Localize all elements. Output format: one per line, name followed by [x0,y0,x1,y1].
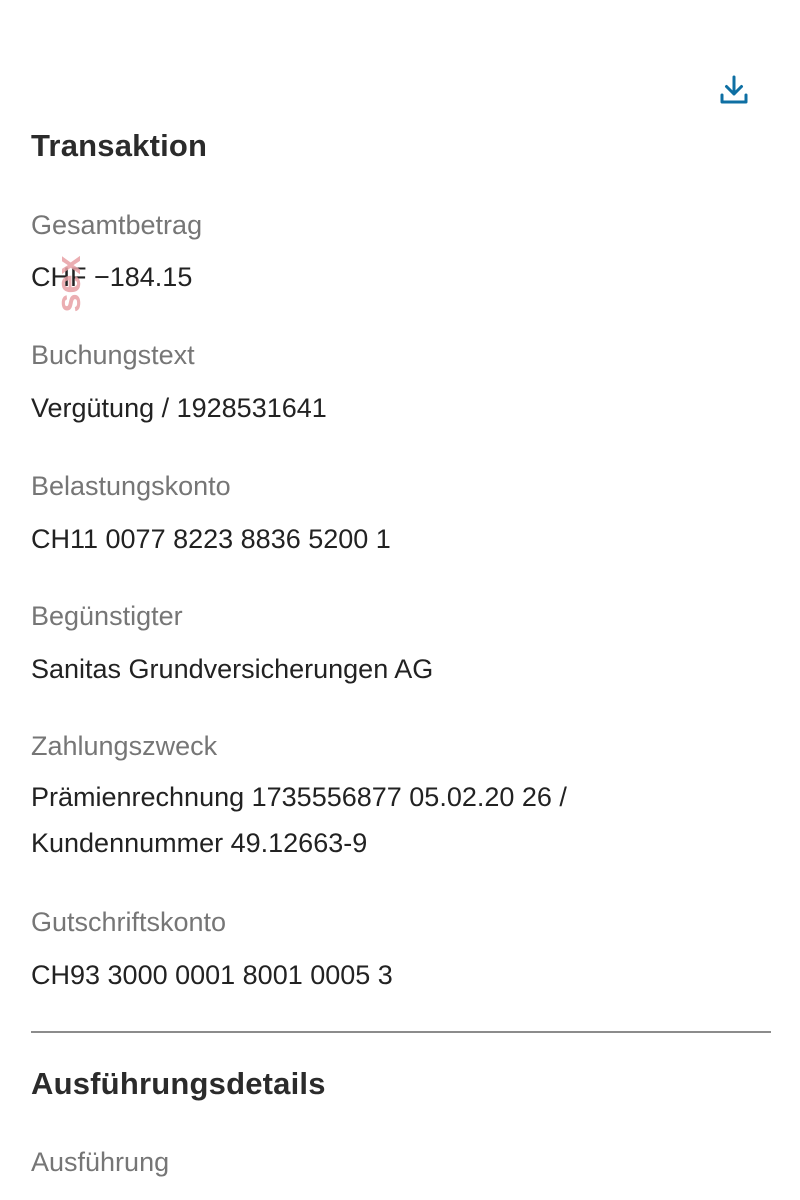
transaction-section-title: Transaktion [31,128,208,163]
download-button[interactable] [712,68,756,112]
total-amount-label: Gesamtbetrag [31,210,203,240]
execution-section-title: Ausführungsdetails [31,1066,326,1101]
payment-purpose-value: Prämienrechnung 1735556877 05.02.20 26 /… [31,782,567,858]
watermark-stamp: sex [50,256,88,313]
credit-account-value: CH93 3000 0001 8001 0005 3 [31,960,393,990]
section-divider [31,1031,771,1033]
download-icon [720,75,748,104]
transaction-detail-page: Transaktion Gesamtbetrag CHF −184.15 Buc… [0,0,800,1200]
booking-text-label: Buchungstext [31,340,195,370]
svg-text:sex: sex [50,256,88,313]
beneficiary-value: Sanitas Grundversicherungen AG [31,654,434,684]
debit-account-value: CH11 0077 8223 8836 5200 1 [31,524,391,554]
beneficiary-label: Begünstigter [31,601,183,631]
credit-account-label: Gutschriftskonto [31,907,227,937]
booking-text-value: Vergütung / 1928531641 [31,393,327,423]
debit-account-label: Belastungskonto [31,471,231,501]
payment-purpose-label: Zahlungszweck [31,731,218,761]
execution-label: Ausführung [31,1147,170,1177]
